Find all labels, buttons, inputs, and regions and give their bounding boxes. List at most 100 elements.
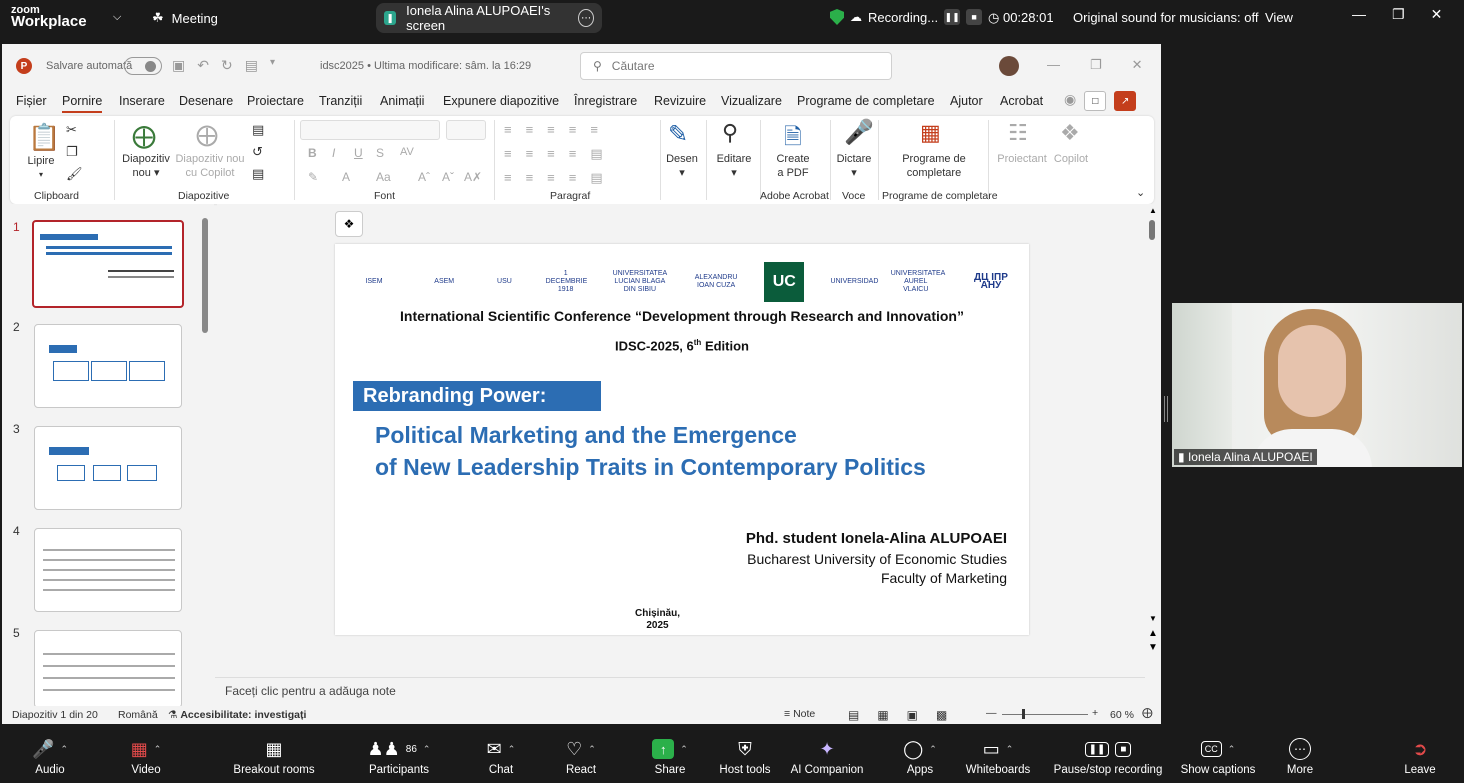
fit-slide-icon[interactable]: ⨁: [1142, 707, 1153, 719]
pause-recording-icon[interactable]: ❚❚: [944, 9, 961, 25]
addins-icon[interactable]: ▦: [920, 120, 941, 146]
caret-up-icon[interactable]: ⌃: [423, 744, 431, 755]
strikethrough-icon[interactable]: S: [376, 146, 384, 160]
find-icon[interactable]: ⚲: [722, 120, 738, 146]
ppt-close-icon[interactable]: ✕: [1132, 57, 1143, 73]
slide-thumbnail-4[interactable]: [34, 528, 182, 612]
meeting-button[interactable]: ☘ Meeting: [152, 10, 218, 26]
present-icon[interactable]: ▤: [245, 57, 258, 74]
designer-icon[interactable]: ✎: [668, 120, 688, 149]
new-slide-icon[interactable]: ⨁: [132, 122, 156, 151]
align-icons[interactable]: ≡≡≡≡▤: [504, 170, 617, 186]
underline-icon[interactable]: U: [354, 146, 363, 160]
layout-icon[interactable]: ▤: [252, 122, 264, 138]
redo-icon[interactable]: ↻: [221, 57, 233, 74]
autosave-toggle[interactable]: [124, 57, 162, 75]
tab-transitions[interactable]: Tranziții: [319, 94, 362, 108]
clipboard-icon[interactable]: 📋: [28, 122, 60, 153]
caret-up-icon[interactable]: ⌃: [680, 744, 688, 755]
dictate-button[interactable]: Dictare ▾: [832, 152, 876, 180]
list-icons[interactable]: ≡≡≡≡≡: [504, 122, 612, 137]
language[interactable]: Română: [118, 709, 158, 721]
scroll-down-icon[interactable]: ▼: [1149, 614, 1157, 623]
scroll-thumb[interactable]: [1149, 220, 1155, 240]
whiteboards-button[interactable]: ▭ ⌃ Whiteboards: [962, 736, 1034, 777]
next-slide-icon[interactable]: ▼: [1148, 642, 1158, 653]
shield-icon[interactable]: [830, 9, 844, 25]
pause-stop-recording-button[interactable]: ❚❚ ■ Pause/stop recording: [1050, 736, 1166, 776]
paste-dropdown-icon[interactable]: ▾: [36, 168, 46, 182]
caret-up-icon[interactable]: ⌃: [1228, 744, 1236, 755]
zoom-slider-thumb[interactable]: [1022, 709, 1025, 719]
zoom-in-icon[interactable]: +: [1092, 707, 1098, 719]
create-pdf-button[interactable]: Create a PDF: [768, 152, 818, 180]
tab-file[interactable]: Fișier: [16, 94, 47, 108]
zoom-slider[interactable]: [1002, 714, 1088, 715]
paste-button[interactable]: Lipire: [24, 154, 58, 168]
tab-addins[interactable]: Programe de completare: [797, 94, 935, 108]
undo-icon[interactable]: ↶: [197, 57, 209, 74]
zoom-level[interactable]: 60 %: [1110, 709, 1134, 721]
chat-button[interactable]: ✉ ⌃ Chat: [476, 736, 526, 777]
microphone-icon[interactable]: 🎤: [844, 118, 874, 147]
audio-button[interactable]: 🎤 ⌃ Audio: [28, 736, 72, 777]
host-tools-button[interactable]: ⛨ Host tools: [716, 736, 774, 777]
tab-review[interactable]: Revizuire: [654, 94, 706, 108]
scroll-up-icon[interactable]: ▲: [1149, 206, 1157, 215]
thumbnail-scrollbar[interactable]: [202, 218, 208, 333]
new-slide-button[interactable]: Diapozitiv nou ▾: [116, 152, 176, 180]
caret-up-icon[interactable]: ⌃: [1006, 744, 1014, 755]
tab-help[interactable]: Ajutor: [950, 94, 983, 108]
slide-thumbnail-1[interactable]: [32, 220, 184, 308]
minimize-icon[interactable]: —: [1352, 6, 1366, 23]
list-icons-row2[interactable]: ≡≡≡≡▤: [504, 146, 617, 162]
clear-format-icon[interactable]: A✗: [464, 170, 482, 184]
current-slide[interactable]: ISEM ASEM USU 1 DECEMBRIE 1918 UNIVERSIT…: [335, 244, 1029, 635]
slide-thumbnail-2[interactable]: [34, 324, 182, 408]
font-name-dropdown[interactable]: [300, 120, 440, 140]
italic-icon[interactable]: I: [332, 146, 335, 160]
stop-recording-icon[interactable]: ■: [966, 9, 983, 25]
designer-button[interactable]: Desen ▾: [662, 152, 702, 180]
tab-acrobat[interactable]: Acrobat: [1000, 94, 1043, 108]
chevron-down-icon[interactable]: ⌵: [113, 11, 121, 24]
ppt-minimize-icon[interactable]: —: [1047, 57, 1060, 73]
share-icon[interactable]: ↗: [1114, 91, 1137, 111]
react-button[interactable]: ♡ ⌃ React: [556, 736, 606, 777]
tab-view[interactable]: Vizualizare: [721, 94, 782, 108]
editing-button[interactable]: Editare ▾: [710, 152, 758, 180]
original-sound-status[interactable]: Original sound for musicians: off: [1073, 10, 1258, 25]
bold-icon[interactable]: B: [308, 146, 317, 160]
close-icon[interactable]: ✕: [1431, 6, 1443, 23]
comments-icon[interactable]: □: [1084, 91, 1107, 111]
copy-icon[interactable]: ❐: [66, 144, 78, 160]
font-color-icon[interactable]: A: [342, 170, 350, 184]
caret-up-icon[interactable]: ⌃: [508, 744, 516, 755]
apps-button[interactable]: ◯ ⌃ Apps: [896, 736, 944, 777]
addins-button[interactable]: Programe de completare: [896, 152, 972, 180]
caret-up-icon[interactable]: ⌃: [929, 744, 937, 755]
collapse-ribbon-icon[interactable]: ⌄: [1136, 186, 1145, 199]
highlight-icon[interactable]: ✎: [308, 170, 318, 184]
customize-icon[interactable]: ▾: [270, 57, 275, 74]
copilot-slide-icon[interactable]: ❖: [335, 211, 363, 237]
more-options-icon[interactable]: ⋯: [578, 9, 594, 27]
tab-slideshow[interactable]: Expunere diapozitive: [443, 94, 559, 108]
tab-insert[interactable]: Inserare: [119, 94, 165, 108]
screen-share-pill[interactable]: ❚ Ionela Alina ALUPOAEI's screen ⋯: [376, 3, 602, 33]
ai-companion-button[interactable]: ✦ AI Companion: [790, 736, 864, 777]
show-captions-button[interactable]: CC ⌃ Show captions: [1176, 736, 1260, 776]
slide-thumbnail-5[interactable]: [34, 630, 182, 708]
format-painter-icon[interactable]: 🖌: [66, 166, 83, 182]
cut-icon[interactable]: ✂: [66, 122, 77, 138]
view-button[interactable]: View: [1265, 10, 1293, 25]
font-size-dropdown[interactable]: [446, 120, 486, 140]
prev-slide-icon[interactable]: ▲: [1148, 628, 1158, 639]
more-button[interactable]: ⋯ More: [1280, 736, 1320, 776]
tab-design[interactable]: Proiectare: [247, 94, 304, 108]
panel-resize-handle[interactable]: [1164, 396, 1168, 422]
ppt-restore-icon[interactable]: ❐: [1090, 57, 1102, 73]
video-button[interactable]: ▦ ⌃ Video: [116, 736, 176, 777]
tab-record[interactable]: Înregistrare: [574, 94, 637, 108]
tab-animations[interactable]: Animații: [380, 94, 424, 108]
